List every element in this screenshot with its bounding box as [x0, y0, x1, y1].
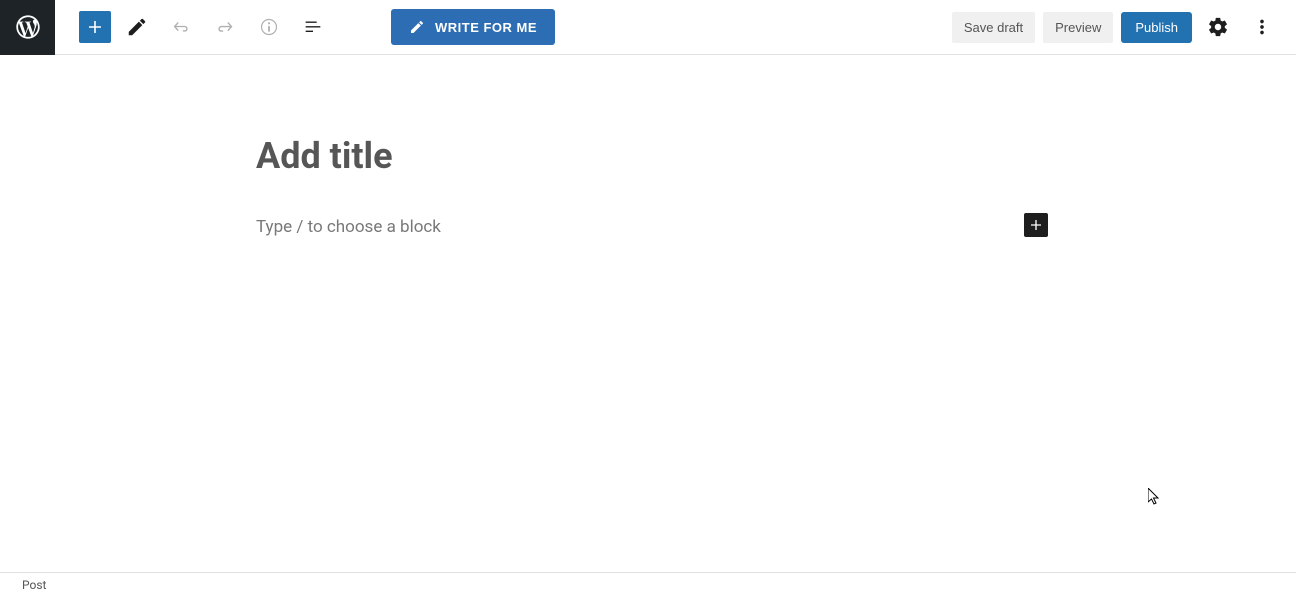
footer-breadcrumb[interactable]: Post — [22, 578, 46, 592]
pencil-icon — [126, 16, 148, 38]
info-icon — [258, 16, 280, 38]
mouse-cursor — [1148, 488, 1164, 508]
inline-add-block-button[interactable] — [1024, 213, 1048, 237]
add-block-button[interactable] — [79, 11, 111, 43]
document-overview-button[interactable] — [295, 9, 331, 45]
preview-button[interactable]: Preview — [1043, 12, 1113, 43]
block-content-input[interactable] — [256, 217, 1048, 237]
redo-button[interactable] — [207, 9, 243, 45]
editor-toolbar: WRITE FOR ME Save draft Preview Publish — [0, 0, 1296, 55]
editor-canvas — [0, 55, 1296, 237]
options-button[interactable] — [1244, 9, 1280, 45]
publish-button[interactable]: Publish — [1121, 12, 1192, 43]
pencil-icon — [409, 19, 425, 35]
toolbar-right-group: Save draft Preview Publish — [952, 9, 1296, 45]
settings-button[interactable] — [1200, 9, 1236, 45]
write-for-me-label: WRITE FOR ME — [435, 20, 537, 35]
gear-icon — [1207, 16, 1229, 38]
footer-breadcrumb-bar: Post — [0, 572, 1296, 596]
toolbar-left-group: WRITE FOR ME — [55, 9, 555, 45]
save-draft-button[interactable]: Save draft — [952, 12, 1035, 43]
post-title-input[interactable] — [256, 135, 1056, 177]
edit-tools-button[interactable] — [119, 9, 155, 45]
wordpress-icon — [14, 13, 42, 41]
plus-icon — [1026, 215, 1046, 235]
redo-icon — [214, 16, 236, 38]
block-row — [248, 217, 1048, 237]
undo-button[interactable] — [163, 9, 199, 45]
editor-inner — [228, 135, 1068, 237]
list-view-icon — [302, 16, 324, 38]
write-for-me-button[interactable]: WRITE FOR ME — [391, 9, 555, 45]
plus-icon — [83, 15, 107, 39]
details-button[interactable] — [251, 9, 287, 45]
more-vertical-icon — [1251, 16, 1273, 38]
undo-icon — [170, 16, 192, 38]
wordpress-logo[interactable] — [0, 0, 55, 55]
